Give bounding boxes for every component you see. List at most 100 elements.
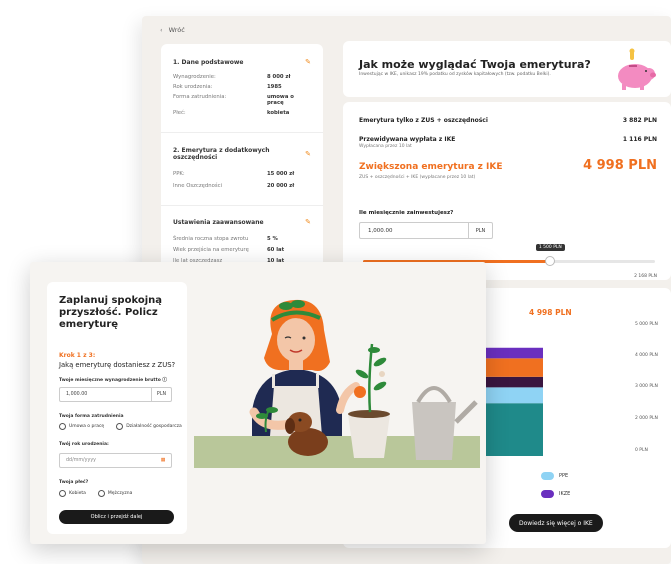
savings-section: 2. Emerytura z dodatkowych oszczędności …: [161, 133, 323, 189]
legend-item-ikze: IKZE: [541, 490, 570, 498]
param-row: Forma zatrudnienia: umowa o pracę: [173, 94, 311, 106]
ike-payout-sub: Wypłacana przez 10 lat: [359, 144, 412, 149]
gardening-woman-illustration: [194, 299, 480, 468]
birth-label: Twój rok urodzenia:: [59, 442, 109, 447]
edit-pencil-icon[interactable]: ✎: [305, 218, 311, 226]
legend-label: PPE: [559, 473, 569, 479]
slider-handle[interactable]: [544, 256, 555, 266]
y-tick-label: 2 000 PLN: [635, 416, 658, 421]
section-title: 1. Dane podstawowe: [173, 58, 244, 66]
radio-label: Kobieta: [69, 491, 86, 496]
radio-male[interactable]: [97, 490, 105, 497]
calendar-icon[interactable]: ▦: [155, 454, 171, 467]
param-value: 20 000 zł: [267, 183, 295, 189]
increased-row: Zwiększona emerytura z IKE 4 998 PLN: [359, 158, 657, 173]
increased-label: Zwiększona emerytura z IKE: [359, 162, 503, 172]
param-value: 60 lat: [267, 247, 285, 253]
gender-label: Twoja płeć?: [59, 480, 89, 485]
calculator-window: Zaplanuj spokojną przyszłość. Policz eme…: [30, 262, 486, 544]
summary-subtitle: Inwestując w IKE, unikasz 19% podatku od…: [359, 72, 551, 77]
ike-payout-row: Przewidywana wypłata z IKE 1 116 PLN: [359, 136, 657, 143]
param-label: Forma zatrudnienia:: [173, 94, 227, 100]
step-question: Jaką emeryturę dostaniesz z ZUS?: [59, 361, 176, 369]
calculate-next-button[interactable]: Oblicz i przejdź dalej: [59, 510, 174, 524]
birth-placeholder: dd/mm/yyyy: [66, 458, 97, 463]
salary-input[interactable]: 1,000.00 PLN: [59, 387, 172, 402]
info-icon[interactable]: ⓘ: [162, 378, 167, 383]
param-row: Wynagrodzenie: 8 000 zł: [173, 74, 311, 80]
param-row: Wiek przejścia na emeryturę 60 lat: [173, 247, 311, 253]
legend-item-ppe: PPE: [541, 472, 568, 480]
legend-swatch: [541, 472, 554, 480]
param-label: Średnia roczna stopa zwrotu: [173, 236, 249, 242]
param-value: 5 %: [267, 236, 278, 242]
increased-sub: ZUS + oszczędności + IKE (wypłacane prze…: [359, 175, 476, 180]
section-header: 1. Dane podstawowe ✎: [173, 58, 311, 66]
param-label: Rok urodzenia:: [173, 84, 213, 90]
section-title: 2. Emerytura z dodatkowych oszczędności: [173, 147, 270, 161]
radio-female[interactable]: [59, 490, 66, 497]
param-label: Wiek przejścia na emeryturę: [173, 247, 249, 253]
y-tick-label: 5 000 PLN: [635, 322, 658, 327]
param-value: umowa o pracę: [267, 94, 294, 106]
zus-label: Emerytura tylko z ZUS + oszczędności: [359, 117, 488, 124]
edit-pencil-icon[interactable]: ✎: [305, 58, 311, 66]
section-header: Ustawienia zaawansowane ✎: [173, 218, 311, 226]
results-panel: Emerytura tylko z ZUS + oszczędności 3 88…: [343, 102, 671, 280]
piggy-bank-icon: [618, 48, 656, 90]
salary-value: 1,000.00: [66, 392, 88, 397]
param-value: 1985: [267, 84, 282, 90]
section-header: 2. Emerytura z dodatkowych oszczędności …: [173, 147, 311, 161]
param-row: Inne Oszczędności 20 000 zł: [173, 183, 311, 189]
legend-label: IKZE: [559, 491, 571, 497]
back-link-label: Wróć: [168, 26, 185, 34]
calculator-form: Zaplanuj spokojną przyszłość. Policz eme…: [47, 282, 187, 534]
salary-label-text: Twoje miesięczne wynagrodzenie brutto: [59, 378, 161, 383]
param-label: Wynagrodzenie:: [173, 74, 216, 80]
employment-radio-group: Umowa o pracę Działalność gospodarcza: [59, 423, 182, 430]
monthly-investment-input[interactable]: 1,000.00 PLN: [359, 222, 493, 239]
y-tick-label: 3 000 PLN: [635, 384, 658, 389]
form-title: Zaplanuj spokojną przyszłość. Policz eme…: [59, 295, 163, 330]
radio-self-employed[interactable]: [116, 423, 124, 430]
radio-employment-contract[interactable]: [59, 423, 66, 430]
y-tick-label: 0 PLN: [635, 448, 648, 453]
increased-value: 4 998 PLN: [583, 158, 657, 173]
salary-label: Twoje miesięczne wynagrodzenie brutto ⓘ: [59, 377, 167, 383]
y-tick-label: 4 000 PLN: [635, 353, 658, 358]
param-label: Płeć:: [173, 110, 186, 116]
param-row: Płeć: kobieta: [173, 110, 311, 116]
param-value: kobieta: [267, 110, 290, 116]
summary-title: Jak może wyglądać Twoja emerytura?: [359, 58, 591, 71]
ike-payout-label: Przewidywana wypłata z IKE: [359, 136, 456, 143]
invest-question: Ile miesięcznie zainwestujesz?: [359, 210, 454, 216]
currency-label: PLN: [468, 223, 492, 238]
section-title: Ustawienia zaawansowane: [173, 218, 264, 226]
back-link[interactable]: ‹ Wróć: [160, 26, 185, 34]
legend-swatch: [541, 490, 554, 498]
param-row: Rok urodzenia: 1985: [173, 84, 311, 90]
edit-pencil-icon[interactable]: ✎: [305, 150, 311, 158]
salary-currency: PLN: [151, 388, 171, 401]
ike-payout-value: 1 116 PLN: [622, 136, 657, 143]
birth-date-input[interactable]: dd/mm/yyyy ▦: [59, 453, 172, 468]
slider-max-label: 2 168 PLN: [634, 274, 657, 279]
param-row: PPK: 15 000 zł: [173, 171, 311, 177]
advanced-section: Ustawienia zaawansowane ✎ Średnia roczna…: [161, 206, 323, 264]
gender-radio-group: Kobieta Mężczyzna: [59, 490, 132, 497]
zus-row: Emerytura tylko z ZUS + oszczędności 3 88…: [359, 117, 657, 124]
input-value: 1,000.00: [368, 227, 393, 234]
radio-label: Mężczyzna: [107, 491, 133, 496]
step-indicator: Krok 1 z 3:: [59, 352, 96, 359]
summary-header: Jak może wyglądać Twoja emerytura? Inwes…: [343, 41, 671, 97]
param-label: Inne Oszczędności: [173, 183, 222, 189]
learn-more-ike-button[interactable]: Dowiedz się więcej o IKE: [509, 514, 603, 532]
slider-tooltip: 1 500 PLN: [535, 244, 565, 251]
employment-label: Twoja forma zatrudnienia: [59, 414, 124, 419]
param-value: 15 000 zł: [267, 171, 295, 177]
param-value: 8 000 zł: [267, 74, 291, 80]
param-row: Średnia roczna stopa zwrotu 5 %: [173, 236, 311, 242]
chevron-left-icon: ‹: [160, 26, 163, 34]
param-label: PPK:: [173, 171, 185, 177]
basic-data-section: 1. Dane podstawowe ✎ Wynagrodzenie: 8 000…: [161, 44, 323, 116]
